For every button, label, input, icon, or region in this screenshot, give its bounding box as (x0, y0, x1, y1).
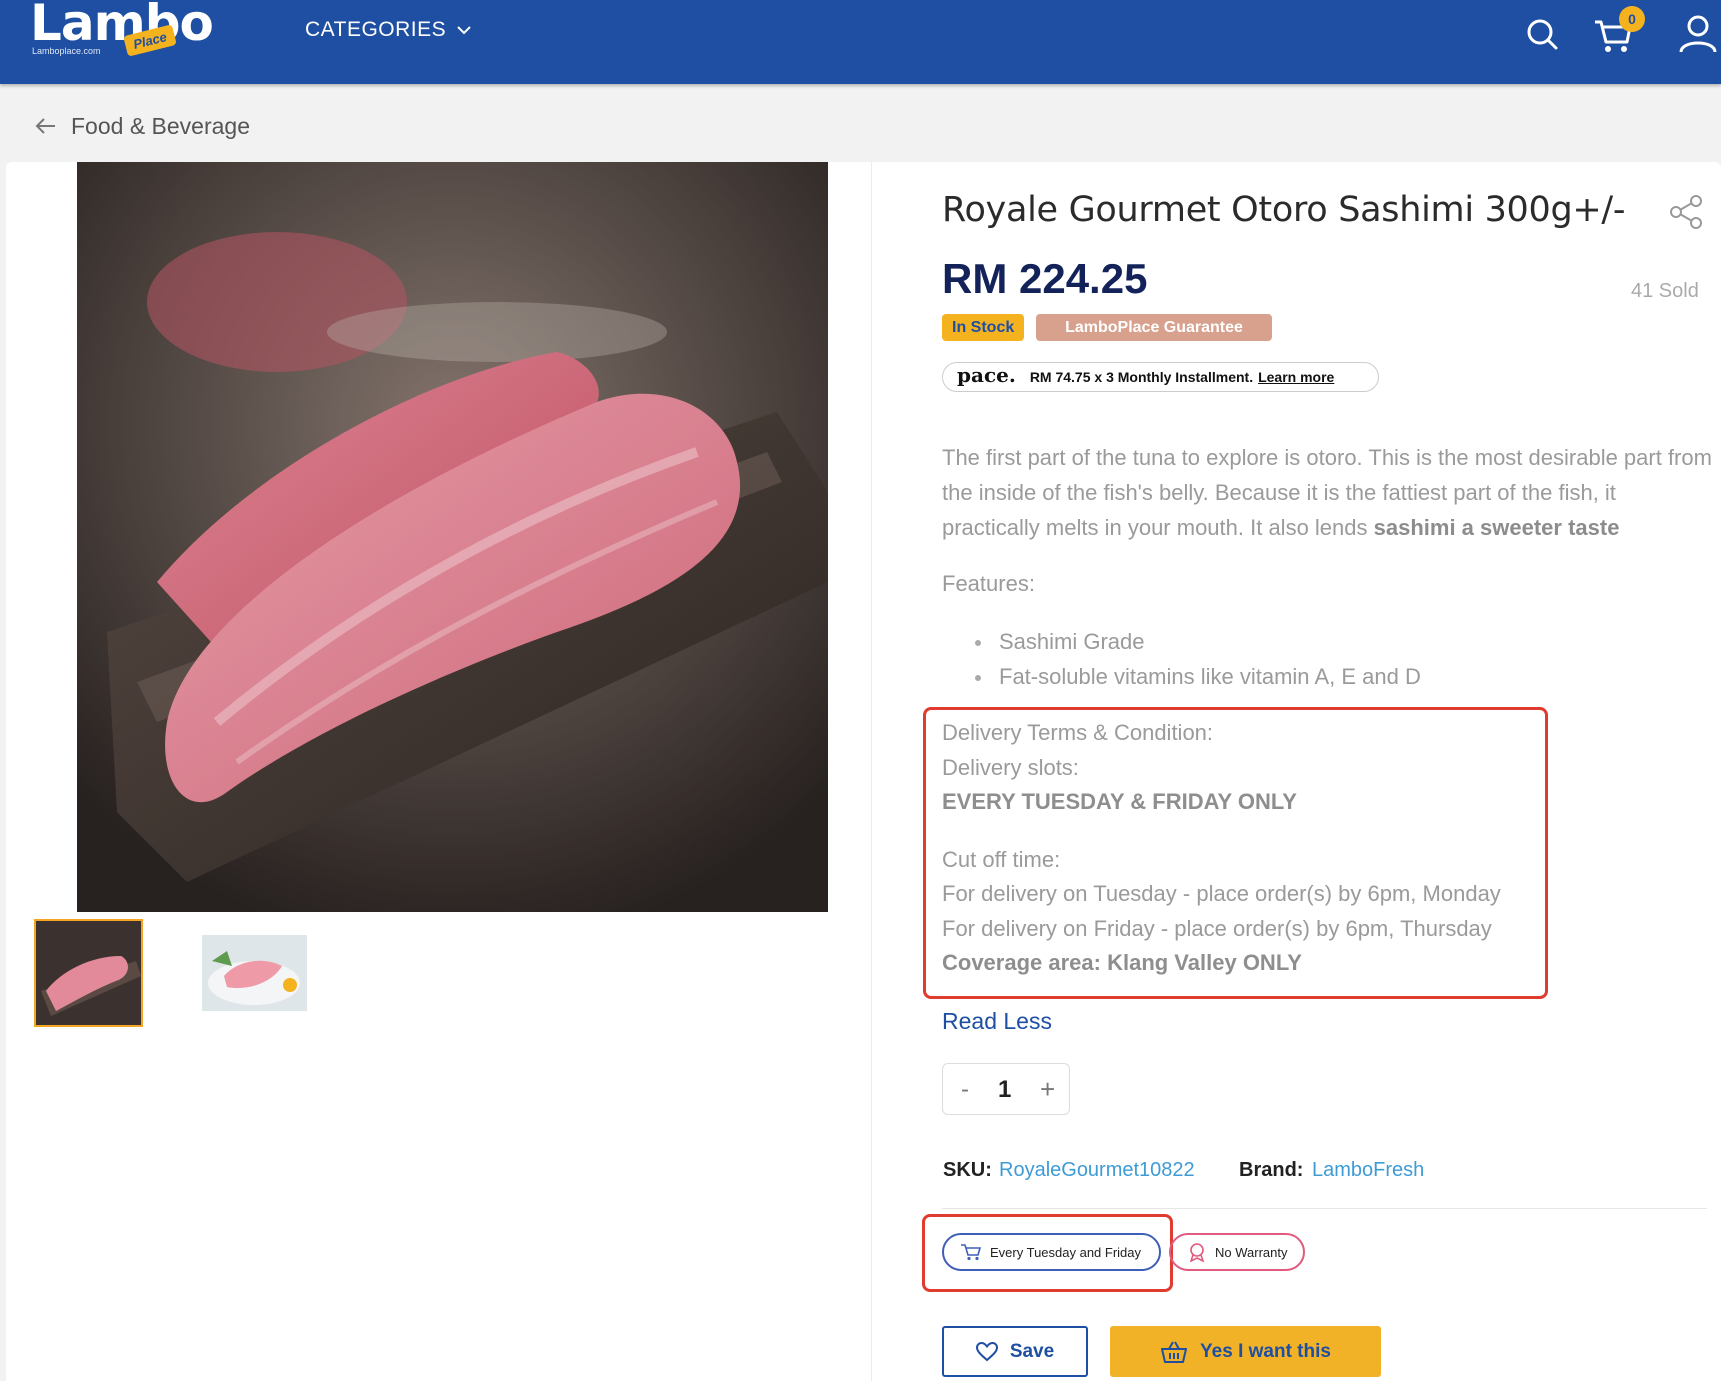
section-divider (942, 1208, 1707, 1209)
thumbnail-1[interactable] (34, 919, 143, 1027)
sold-count: 41 Sold (1631, 280, 1699, 302)
thumbnail-2[interactable] (202, 921, 307, 1025)
warranty-pill-label: No Warranty (1215, 1244, 1288, 1260)
thumbnail-image (36, 921, 141, 1025)
guarantee-badge: LamboPlace Guarantee (1036, 314, 1272, 341)
quantity-decrease-button[interactable]: - (961, 1076, 969, 1104)
cutoff-friday: For delivery on Friday - place order(s) … (942, 916, 1492, 941)
delivery-slots-value: EVERY TUESDAY & FRIDAY ONLY (942, 789, 1297, 814)
pace-logo: pace. (957, 363, 1016, 387)
pace-installment-text: RM 74.75 x 3 Monthly Installment. (1029, 369, 1254, 385)
product-description: The first part of the tuna to explore is… (942, 440, 1712, 545)
basket-icon (1161, 1341, 1188, 1363)
feature-item: Sashimi Grade (999, 629, 1145, 654)
thumbnail-image (202, 921, 307, 1025)
read-less-link[interactable]: Read Less (942, 1008, 1052, 1035)
warranty-pill: No Warranty (1169, 1233, 1305, 1271)
chevron-down-icon (457, 26, 471, 35)
bullet-icon (975, 675, 981, 681)
ribbon-award-icon (1189, 1243, 1205, 1262)
in-stock-badge: In Stock (942, 314, 1025, 341)
product-title: Royale Gourmet Otoro Sashimi 300g+/- (942, 190, 1626, 230)
delivery-terms-heading: Delivery Terms & Condition: (942, 720, 1214, 745)
lamboplace-logo[interactable]: Lambo Lamboplace.com Place (30, 0, 214, 70)
delivery-cart-icon (961, 1244, 982, 1261)
arrow-left-icon[interactable] (34, 114, 58, 138)
cart-count-badge: 0 (1619, 6, 1645, 32)
share-icon[interactable] (1668, 194, 1704, 230)
cutoff-tuesday: For delivery on Tuesday - place order(s)… (942, 881, 1501, 906)
column-divider (871, 162, 872, 1381)
save-button-label: Save (1009, 1340, 1055, 1362)
delivery-slots-label: Delivery slots: (942, 755, 1079, 780)
brand-label: Brand: (1239, 1159, 1304, 1181)
product-main-image[interactable] (77, 162, 828, 912)
sku-value[interactable]: RoyaleGourmet10822 (999, 1159, 1195, 1182)
features-heading: Features: (942, 571, 1035, 596)
delivery-pill-label: Every Tuesday and Friday (990, 1244, 1142, 1260)
logo-subtext: Lamboplace.com (32, 46, 101, 56)
quantity-stepper: - 1 + (942, 1063, 1070, 1115)
quantity-increase-button[interactable]: + (1040, 1074, 1055, 1105)
pace-learn-more-link[interactable]: Learn more (1258, 369, 1334, 385)
sku-label: SKU: (943, 1159, 992, 1181)
quantity-value[interactable]: 1 (998, 1076, 1011, 1104)
logo-wordmark: Lambo (30, 0, 214, 52)
add-to-cart-button[interactable]: Yes I want this (1110, 1326, 1381, 1377)
cutoff-time-label: Cut off time: (942, 847, 1061, 872)
add-to-cart-label: Yes I want this (1200, 1340, 1331, 1362)
description-bold-text: sashimi a sweeter taste (1373, 515, 1620, 540)
brand-link[interactable]: LamboFresh (1312, 1159, 1424, 1182)
heart-icon (975, 1341, 998, 1361)
delivery-schedule-pill: Every Tuesday and Friday (942, 1233, 1161, 1271)
user-icon[interactable] (1676, 12, 1720, 56)
feature-item: Fat-soluble vitamins like vitamin A, E a… (999, 664, 1421, 689)
breadcrumb-category[interactable]: Food & Beverage (71, 113, 250, 140)
bullet-icon (975, 640, 981, 646)
save-button[interactable]: Save (942, 1326, 1088, 1377)
product-price: RM 224.25 (942, 255, 1148, 302)
categories-menu[interactable]: CATEGORIES (305, 18, 472, 42)
coverage-area: Coverage area: Klang Valley ONLY (942, 950, 1302, 975)
search-icon[interactable] (1521, 12, 1565, 56)
categories-label: CATEGORIES (305, 18, 447, 41)
pace-installment-banner: pace. RM 74.75 x 3 Monthly Installment. … (942, 362, 1379, 392)
sashimi-photo (77, 162, 828, 912)
top-navigation-bar: Lambo Lamboplace.com Place CATEGORIES 0 (0, 0, 1721, 84)
